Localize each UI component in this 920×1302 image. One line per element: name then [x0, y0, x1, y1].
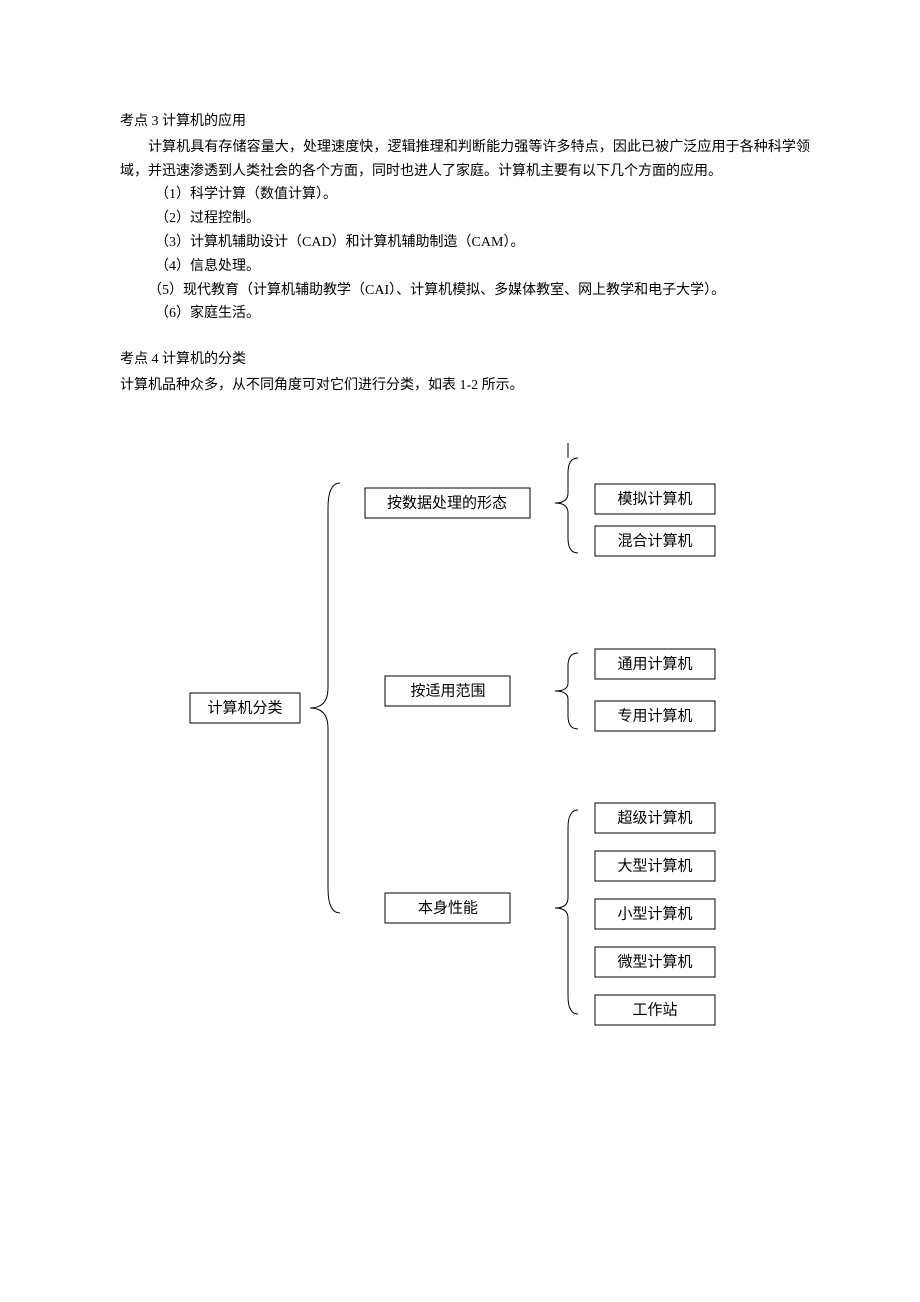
diagram-leaf-1-2: 混合计算机 — [617, 531, 692, 549]
diagram-branch-2: 按适用范围 — [410, 682, 485, 699]
classification-diagram: 计算机分类 按数据处理的形态 模拟计算机 混合计算机 按适用范围 通用计算机 专… — [170, 438, 760, 1058]
section-3-intro: 计算机具有存储容量大，处理速度快，逻辑推理和判断能力强等许多特点，因此已被广泛应… — [120, 136, 810, 184]
section-3-item-3: （3）计算机辅助设计（CAD）和计算机辅助制造（CAM）。 — [120, 231, 810, 255]
diagram-leaf-3-4: 微型计算机 — [617, 952, 692, 970]
diagram-root: 计算机分类 — [207, 698, 282, 716]
diagram-leaf-3-2: 大型计算机 — [617, 856, 692, 874]
section-4-heading: 考点 4 计算机的分类 — [120, 348, 810, 372]
section-3-item-1: （1）科学计算（数值计算）。 — [120, 183, 810, 207]
section-3-item-6: （6）家庭生活。 — [120, 302, 810, 326]
diagram-leaf-3-5: 工作站 — [632, 1001, 677, 1018]
section-3-item-5: （5）现代教育（计算机辅助教学（CAI）、计算机模拟、多媒体教室、网上教学和电子… — [120, 279, 810, 303]
diagram-branch-3: 本身性能 — [418, 899, 478, 916]
diagram-leaf-1-1: 模拟计算机 — [617, 489, 692, 507]
diagram-branch-1: 按数据处理的形态 — [387, 494, 507, 511]
diagram-leaf-3-1: 超级计算机 — [617, 808, 692, 826]
diagram-leaf-2-1: 通用计算机 — [617, 654, 692, 672]
section-3-item-2: （2）过程控制。 — [120, 207, 810, 231]
diagram-leaf-3-3: 小型计算机 — [617, 904, 692, 922]
section-3-heading: 考点 3 计算机的应用 — [120, 110, 810, 134]
section-4-intro: 计算机品种众多，从不同角度可对它们进行分类，如表 1-2 所示。 — [120, 374, 810, 398]
diagram-leaf-2-2: 专用计算机 — [617, 706, 692, 724]
section-3-item-4: （4）信息处理。 — [120, 255, 810, 279]
